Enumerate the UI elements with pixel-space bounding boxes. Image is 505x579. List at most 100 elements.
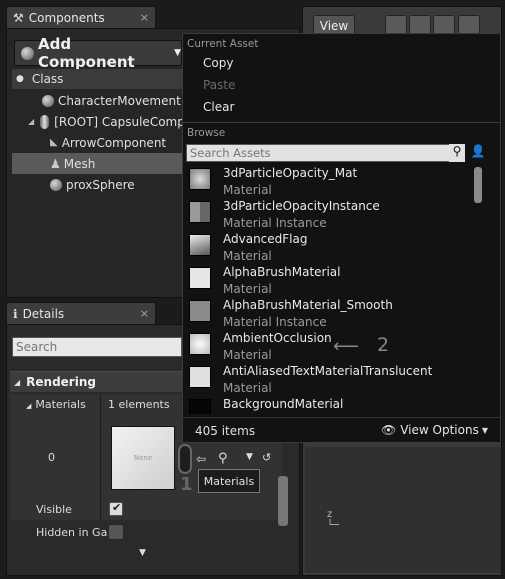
- callout-1-marker: [178, 444, 192, 474]
- column-divider: [100, 394, 101, 520]
- asset-name: AmbientOcclusion: [223, 331, 332, 345]
- capsule-icon: [40, 114, 50, 129]
- asset-type: Material: [223, 348, 272, 362]
- asset-type: Material: [223, 381, 272, 395]
- close-icon[interactable]: ×: [140, 11, 149, 24]
- asset-item[interactable]: 3dParticleOpacityInstance Material Insta…: [189, 199, 469, 232]
- materials-label-text: Materials: [35, 398, 86, 411]
- asset-item[interactable]: AdvancedFlag Material: [189, 232, 469, 265]
- asset-item[interactable]: AmbientOcclusion Material: [189, 331, 469, 364]
- asset-thumbnail: [189, 333, 211, 355]
- browse-header: Browse: [187, 127, 226, 139]
- tab-details[interactable]: ℹ Details ×: [6, 302, 156, 324]
- visible-label: Visible: [36, 503, 72, 516]
- asset-item[interactable]: BackgroundMaterial Material: [189, 397, 469, 414]
- tab-components[interactable]: ⚒ Components ×: [6, 6, 156, 28]
- asset-thumbnail: [189, 399, 211, 414]
- asset-thumbnail: [189, 366, 211, 388]
- asset-list: 3dParticleOpacity_Mat Material 3dParticl…: [183, 165, 482, 414]
- element-index: 0: [48, 451, 55, 464]
- add-component-icon: [21, 46, 34, 60]
- asset-list-scrollbar[interactable]: [474, 167, 482, 203]
- menu-divider: [183, 122, 500, 123]
- asset-name: 3dParticleOpacity_Mat: [223, 166, 358, 180]
- asset-name: 3dParticleOpacityInstance: [223, 199, 380, 213]
- section-title: Rendering: [26, 375, 96, 389]
- tree-item-label: CharacterMovement: [58, 93, 181, 108]
- material-thumbnail[interactable]: None: [111, 426, 175, 490]
- tree-item-label: [ROOT] CapsuleCompo: [54, 114, 193, 129]
- sphere-icon: [42, 94, 54, 107]
- asset-item[interactable]: AlphaBrushMaterial_Smooth Material Insta…: [189, 298, 469, 331]
- expand-advanced-icon[interactable]: ▼: [139, 548, 146, 558]
- asset-name: AdvancedFlag: [223, 232, 308, 246]
- hidden-in-game-label: Hidden in Ga: [36, 526, 108, 539]
- asset-thumbnail: [189, 234, 211, 256]
- tree-item-root-capsule[interactable]: ◢ [ROOT] CapsuleCompo: [12, 111, 192, 132]
- asset-thumbnail: [189, 300, 211, 322]
- asset-name: AlphaBrushMaterial_Smooth: [223, 298, 393, 312]
- materials-count: 1 elements: [108, 398, 170, 411]
- current-asset-header: Current Asset: [187, 38, 259, 50]
- search-icon[interactable]: ⚲: [449, 144, 465, 162]
- asset-thumbnail: [189, 201, 211, 223]
- add-component-label: Add Component: [38, 35, 135, 71]
- add-component-button[interactable]: Add Component ▼: [14, 35, 182, 71]
- asset-thumbnail: [189, 168, 211, 190]
- close-icon[interactable]: ×: [140, 307, 149, 320]
- visible-checkbox[interactable]: ✔: [109, 501, 123, 516]
- paste-menu-item[interactable]: Paste: [203, 78, 235, 92]
- collapse-icon: ◢: [14, 377, 21, 387]
- asset-name: BackgroundMaterial: [223, 397, 344, 411]
- info-icon: ℹ: [13, 306, 18, 321]
- tree-item-label: proxSphere: [66, 177, 135, 192]
- collapse-icon: ◢: [26, 402, 32, 410]
- tree-item-label: Mesh: [63, 156, 96, 171]
- tree-item-class[interactable]: ● Class: [12, 68, 182, 89]
- chevron-down-icon: ▼: [174, 48, 181, 58]
- chevron-down-icon: ▼: [481, 425, 488, 435]
- browse-search-icon[interactable]: ⚲: [218, 451, 228, 466]
- asset-name: AlphaBrushMaterial: [223, 265, 341, 279]
- eye-icon: 👁: [381, 423, 397, 437]
- reset-icon[interactable]: ↺: [262, 451, 271, 464]
- use-selected-arrow-icon[interactable]: ⇦: [196, 452, 206, 466]
- tree-item-charactermovement[interactable]: CharacterMovement: [12, 90, 182, 111]
- asset-item[interactable]: AlphaBrushMaterial Material: [189, 265, 469, 298]
- copy-menu-item[interactable]: Copy: [203, 56, 233, 70]
- arrow-component-icon: ◣: [50, 137, 58, 148]
- menu-footer-divider: [183, 417, 500, 418]
- callout-2-arrow: ⟵: [333, 336, 359, 357]
- clear-menu-item[interactable]: Clear: [203, 100, 234, 114]
- asset-item[interactable]: 3dParticleOpacity_Mat Material: [189, 166, 469, 199]
- item-count: 405 items: [195, 424, 256, 438]
- user-filter-icon[interactable]: 👤: [469, 144, 487, 162]
- materials-label: ◢ Materials: [26, 398, 86, 411]
- details-scrollbar[interactable]: [278, 476, 288, 526]
- hidden-in-game-checkbox[interactable]: [109, 525, 123, 539]
- view-options-label: View Options: [400, 423, 479, 437]
- details-search-input[interactable]: [12, 337, 182, 357]
- components-tab-icon: ⚒: [13, 10, 24, 25]
- thumbnail-text: None: [133, 454, 153, 462]
- chevron-down-icon[interactable]: ▼: [246, 452, 253, 462]
- asset-type: Material: [223, 249, 272, 263]
- asset-type: Material: [223, 282, 272, 296]
- tree-item-proxsphere[interactable]: proxSphere: [12, 174, 182, 195]
- components-tab-title: Components: [28, 10, 105, 25]
- tree-item-mesh[interactable]: ♟ Mesh: [12, 153, 182, 174]
- bullet-icon: ●: [16, 73, 24, 84]
- asset-search-input[interactable]: [186, 144, 450, 162]
- tree-item-label: Class: [31, 71, 64, 86]
- axis-gizmo-icon: z └─: [327, 509, 340, 531]
- view-options-button[interactable]: 👁 View Options ▼: [381, 423, 488, 437]
- tree-item-arrowcomponent[interactable]: ◣ ArrowComponent: [12, 132, 182, 153]
- asset-type: Material Instance: [223, 315, 327, 329]
- tree-item-label: ArrowComponent: [61, 135, 167, 150]
- asset-picker-menu: Current Asset Copy Paste Clear Browse ⚲ …: [182, 33, 501, 443]
- asset-item[interactable]: AntiAliasedTextMaterialTranslucent Mater…: [189, 364, 469, 397]
- asset-type: Material Instance: [223, 216, 327, 230]
- callout-1-label: 1: [180, 474, 193, 495]
- details-tab-title: Details: [22, 306, 65, 321]
- materials-tooltip: Materials: [198, 469, 260, 493]
